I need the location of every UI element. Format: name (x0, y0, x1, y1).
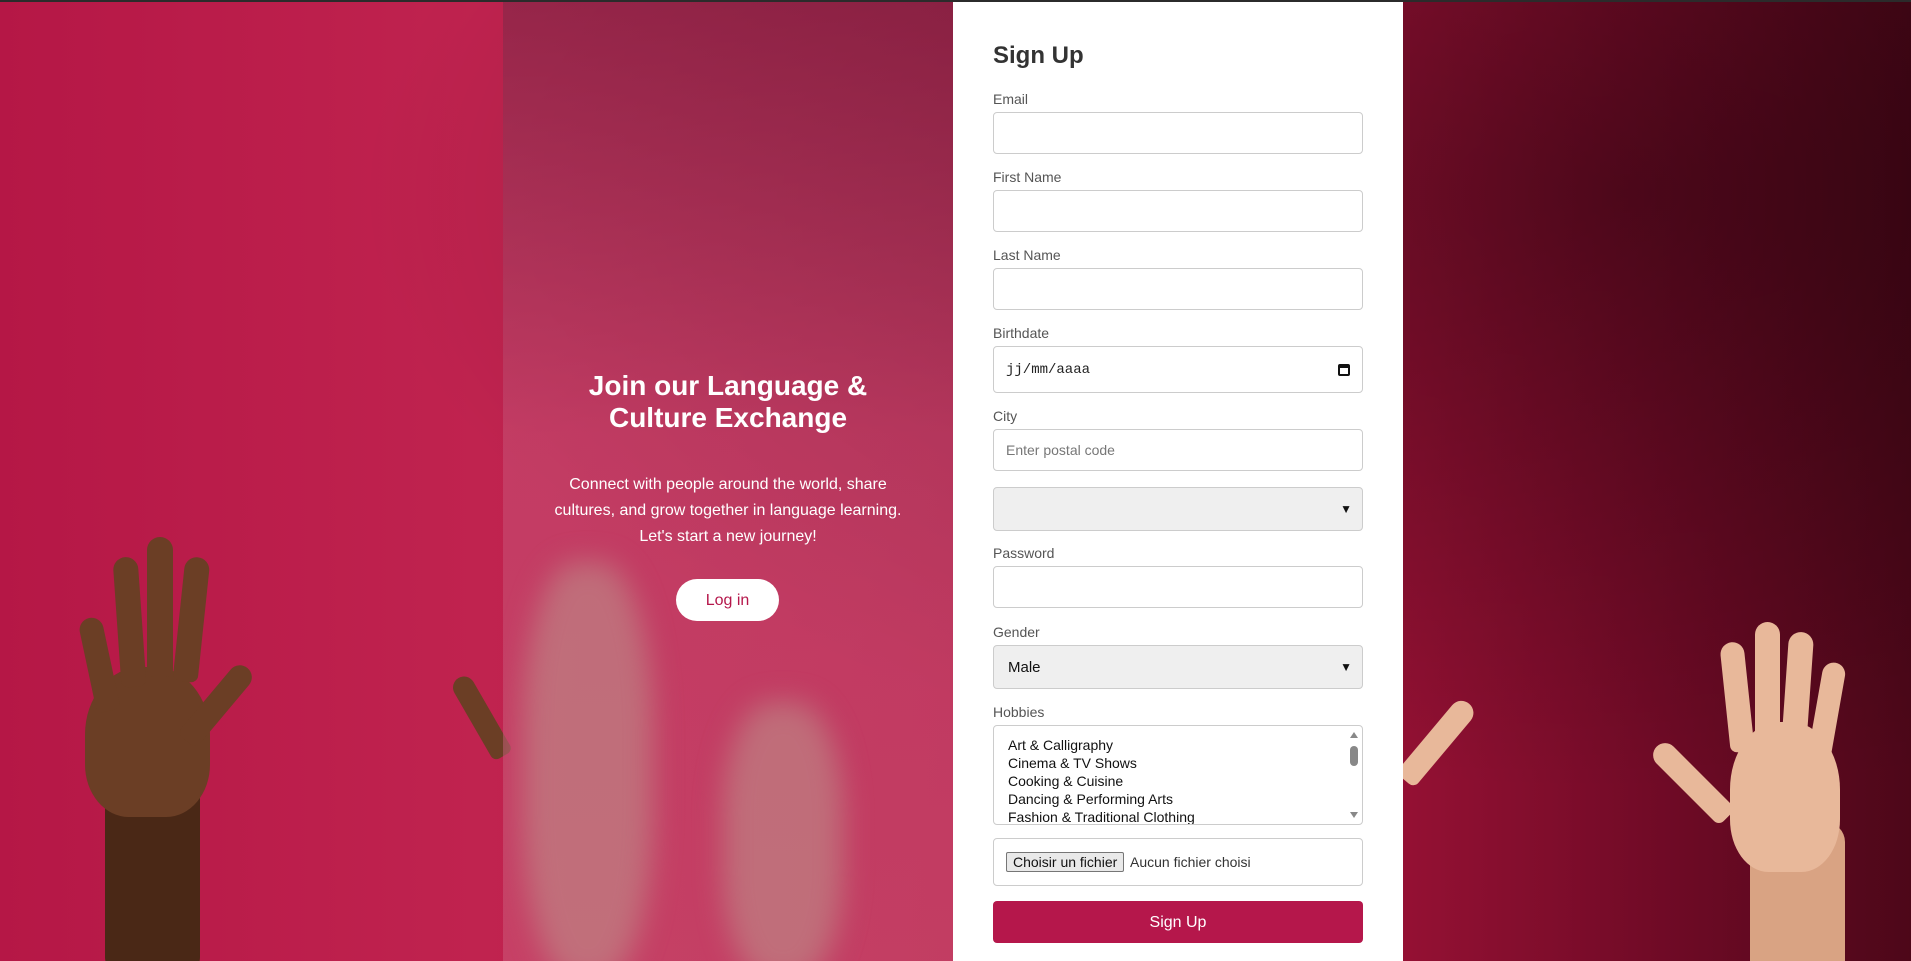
birthdate-placeholder: jj/mm/aaaa (1006, 361, 1091, 378)
hobbies-label: Hobbies (993, 704, 1045, 720)
scrollbar-thumb[interactable] (1350, 746, 1358, 766)
city-label: City (993, 408, 1018, 424)
form-title: Sign Up (993, 42, 1084, 69)
decorative-hand-left (55, 537, 257, 961)
birthdate-label: Birthdate (993, 325, 1050, 341)
signup-form: Sign Up Email First Name Last Name Birth… (953, 2, 1403, 961)
first-name-field[interactable] (993, 190, 1363, 232)
login-button[interactable]: Log in (676, 579, 779, 621)
promo-title: Join our Language & Culture Exchange (588, 370, 868, 433)
hobbies-scrollbar[interactable] (1348, 728, 1360, 822)
city-select[interactable]: ▼ (993, 487, 1363, 531)
first-name-label: First Name (993, 169, 1062, 185)
password-label: Password (993, 545, 1055, 561)
calendar-icon[interactable] (1338, 363, 1350, 376)
hobby-option[interactable]: Art & Calligraphy (1008, 736, 1362, 754)
gender-select[interactable]: Male ▼ (993, 645, 1363, 689)
city-placeholder: Enter postal code (1006, 442, 1115, 458)
email-label: Email (993, 91, 1029, 107)
hobby-option[interactable]: Cinema & TV Shows (1008, 754, 1362, 772)
scroll-up-icon[interactable] (1350, 732, 1358, 738)
page-background: Join our Language & Culture Exchange Con… (0, 2, 1911, 961)
choose-file-button[interactable]: Choisir un fichier (1006, 852, 1125, 872)
decorative-hand-right-partial (1395, 652, 1480, 802)
file-status: Aucun fichier choisi (1130, 854, 1251, 870)
password-field[interactable] (993, 566, 1363, 608)
promo-panel: Join our Language & Culture Exchange Con… (503, 2, 953, 961)
email-field[interactable] (993, 112, 1363, 154)
file-upload[interactable]: Choisir un fichier Aucun fichier choisi (993, 838, 1363, 886)
birthdate-field[interactable]: jj/mm/aaaa (993, 346, 1363, 393)
hobby-option[interactable]: Cooking & Cuisine (1008, 772, 1362, 790)
hobby-option[interactable]: Dancing & Performing Arts (1008, 790, 1362, 808)
hobbies-listbox[interactable]: Art & Calligraphy Cinema & TV Shows Cook… (993, 725, 1363, 825)
promo-description: Connect with people around the world, sh… (554, 476, 902, 545)
hobby-option[interactable]: Fashion & Traditional Clothing (1008, 808, 1362, 824)
chevron-down-icon: ▼ (1340, 660, 1352, 674)
last-name-field[interactable] (993, 268, 1363, 310)
gender-label: Gender (993, 624, 1040, 640)
last-name-label: Last Name (993, 247, 1061, 263)
chevron-down-icon: ▼ (1340, 502, 1352, 516)
scroll-down-icon[interactable] (1350, 812, 1358, 818)
signup-submit-button[interactable]: Sign Up (993, 901, 1363, 943)
gender-value: Male (1008, 658, 1041, 676)
city-postal-input[interactable]: Enter postal code (993, 429, 1363, 471)
decorative-hand-right (1648, 622, 1890, 961)
